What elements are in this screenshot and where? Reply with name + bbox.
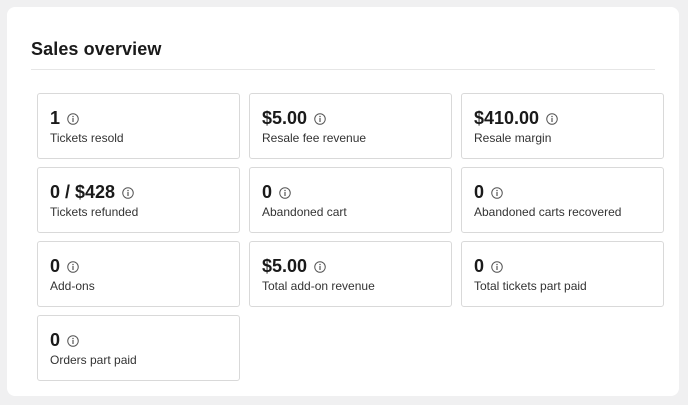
info-icon[interactable] [314, 260, 326, 273]
info-icon[interactable] [491, 186, 503, 199]
stat-add-ons: 0 Add-ons [37, 241, 240, 307]
stat-total-add-on-revenue: $5.00 Total add-on revenue [249, 241, 452, 307]
stat-label: Tickets resold [50, 131, 124, 145]
stat-label: Total tickets part paid [474, 279, 587, 293]
stat-value: 0 [262, 182, 273, 202]
sales-overview-card: Sales overview 1 Tickets resold $5.00 Re… [7, 7, 679, 396]
info-icon[interactable] [546, 112, 558, 125]
info-icon[interactable] [67, 112, 79, 125]
stat-label: Abandoned cart [262, 205, 347, 219]
stat-label: Total add-on revenue [262, 279, 375, 293]
stat-value: 0 [50, 256, 61, 276]
info-icon[interactable] [279, 186, 291, 199]
stat-value: 0 [474, 256, 485, 276]
stat-total-tickets-part-paid: 0 Total tickets part paid [461, 241, 664, 307]
info-icon[interactable] [314, 112, 326, 125]
stat-abandoned-cart: 0 Abandoned cart [249, 167, 452, 233]
stat-resale-fee-revenue: $5.00 Resale fee revenue [249, 93, 452, 159]
stat-label: Add-ons [50, 279, 95, 293]
stat-value: $5.00 [262, 108, 308, 128]
divider [31, 69, 655, 70]
stat-orders-part-paid: 0 Orders part paid [37, 315, 240, 381]
stat-abandoned-carts-recovered: 0 Abandoned carts recovered [461, 167, 664, 233]
stat-label: Resale margin [474, 131, 552, 145]
stat-label: Tickets refunded [50, 205, 139, 219]
stat-value: $5.00 [262, 256, 308, 276]
stat-label: Resale fee revenue [262, 131, 367, 145]
info-icon[interactable] [67, 334, 79, 347]
page-title: Sales overview [31, 39, 162, 59]
stat-value: 0 / $428 [50, 182, 116, 202]
stat-label: Orders part paid [50, 353, 137, 367]
info-icon[interactable] [67, 260, 79, 273]
stat-value: $410.00 [474, 108, 540, 128]
stat-tickets-resold: 1 Tickets resold [37, 93, 240, 159]
info-icon[interactable] [122, 186, 134, 199]
stat-tickets-refunded: 0 / $428 Tickets refunded [37, 167, 240, 233]
stat-label: Abandoned carts recovered [474, 205, 622, 219]
stat-resale-margin: $410.00 Resale margin [461, 93, 664, 159]
stats-grid: 1 Tickets resold $5.00 Resale fee revenu… [37, 93, 664, 381]
stat-value: 1 [50, 108, 61, 128]
stat-value: 0 [474, 182, 485, 202]
info-icon[interactable] [491, 260, 503, 273]
stat-value: 0 [50, 330, 61, 350]
